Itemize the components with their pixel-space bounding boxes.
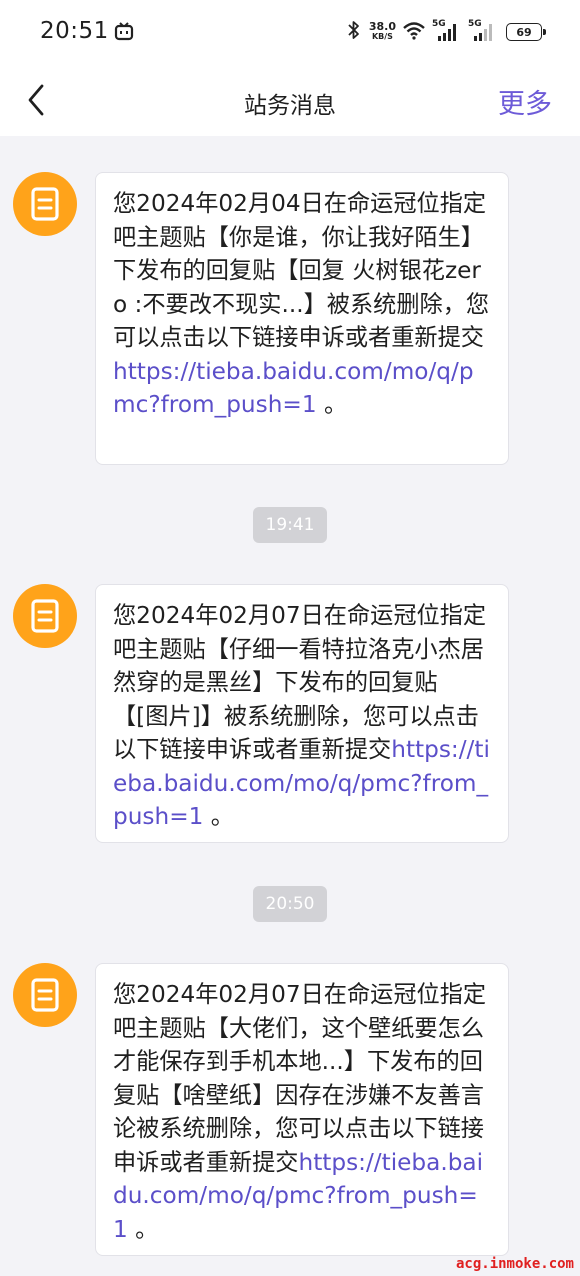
message-bubble: 您2024年02月04日在命运冠位指定吧主题贴【你是谁，你让我好陌生】下发布的回… xyxy=(95,172,509,465)
nav-bar: 站务消息 更多 xyxy=(0,64,580,136)
message-tail: 。 xyxy=(203,803,234,830)
status-time: 20:51 xyxy=(40,18,109,44)
status-bar: 20:51 38.0 KB/S 5G 5G 69 xyxy=(0,0,580,64)
message-text: 您2024年02月07日在命运冠位指定吧主题贴【大佬们，这个壁纸要怎么才能保存到… xyxy=(113,981,487,1176)
bluetooth-icon xyxy=(347,20,361,44)
appeal-link[interactable]: https://tieba.baidu.com/mo/q/pmc?from_pu… xyxy=(113,358,474,419)
message-tail: 。 xyxy=(127,1215,159,1243)
message-bubble: 您2024年02月07日在命运冠位指定吧主题贴【大佬们，这个壁纸要怎么才能保存到… xyxy=(95,963,509,1256)
message-tail: 。 xyxy=(316,391,348,418)
notice-document-icon xyxy=(13,584,77,648)
notice-document-icon xyxy=(13,963,77,1027)
page-title: 站务消息 xyxy=(244,93,336,119)
wifi-icon xyxy=(402,20,426,44)
battery-indicator: 69 xyxy=(506,23,546,41)
watermark: acg.inmoke.com xyxy=(455,1256,574,1272)
signal-sim1-icon: 5G xyxy=(432,19,462,43)
message-text: 您2024年02月04日在命运冠位指定吧主题贴【你是谁，你让我好陌生】下发布的回… xyxy=(113,190,490,351)
signal-sim2-icon: 5G xyxy=(468,19,498,43)
more-button[interactable]: 更多 xyxy=(498,82,552,121)
net-speed: 38.0 KB/S xyxy=(368,20,396,41)
message-list[interactable]: 您2024年02月04日在命运冠位指定吧主题贴【你是谁，你让我好陌生】下发布的回… xyxy=(0,136,580,1276)
timestamp: 19:41 xyxy=(253,507,327,543)
notice-avatar[interactable] xyxy=(13,584,77,648)
timestamp: 20:50 xyxy=(253,886,327,922)
tv-icon xyxy=(114,22,134,46)
notice-document-icon xyxy=(13,172,77,236)
notice-avatar[interactable] xyxy=(13,172,77,236)
notice-avatar[interactable] xyxy=(13,963,77,1027)
message-bubble: 您2024年02月07日在命运冠位指定吧主题贴【仔细一看特拉洛克小杰居然穿的是黑… xyxy=(95,584,509,843)
